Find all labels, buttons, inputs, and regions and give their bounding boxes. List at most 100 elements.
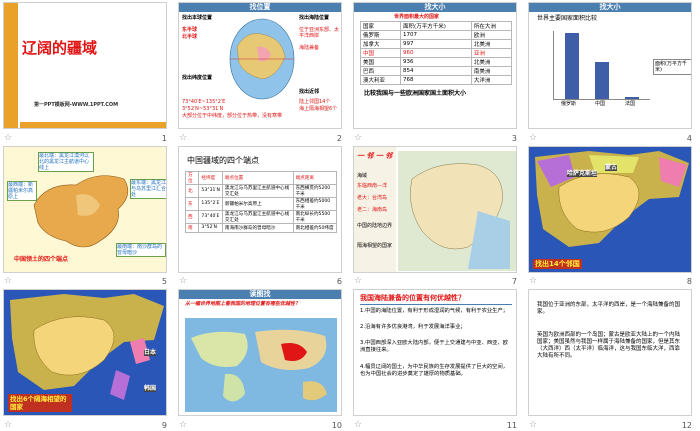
slide-5: 最北端：黑龙江漠河以北的黑龙江主航道中心线上 最东端：黑龙江与乌苏里江汇合处 最… [3, 145, 167, 273]
star-icon: ☆ [4, 276, 13, 287]
axis-label: 中国 [595, 101, 606, 107]
text: 东半球 [182, 27, 198, 33]
table-cell: 南北相差约50纬度 [292, 222, 338, 233]
map-label: 韩国 [144, 385, 157, 393]
text: 找出海陆位置 [299, 15, 330, 21]
table-cell: 美国 [359, 57, 402, 67]
table-cell: 黑龙江与乌苏里江主航道中心线交汇处 [221, 183, 294, 198]
table-title: 世界面积最大的国家 [394, 14, 440, 20]
table-cell: 南北纵长约5500千米 [292, 209, 338, 224]
star-icon: ☆ [354, 132, 363, 143]
slide-12: 我国位于亚洲的东部，太平洋的西岸，是一个海陆兼备的国家。 英国为欧洲西部的一个岛… [528, 289, 692, 417]
slide-thumb-4[interactable]: 找大小 世界主要国家面积比较 俄罗斯 中国 法国 面积(万平方千米) ☆ 4 [525, 0, 700, 144]
text: 北半球 [182, 34, 198, 40]
slide-10: 读图找 从一幅世界地图上看我国的地理位置有哪些优越性？ [178, 289, 342, 417]
slide-thumb-9[interactable]: 日本 韩国 找出6个隔海相望的国家 ☆ 9 [0, 287, 175, 431]
slide-number: 10 [331, 420, 342, 430]
text: 东临西南—洋 [357, 182, 388, 189]
text: 大部分位于中纬度，部分位于热带，没有寒带 [182, 113, 283, 119]
map-label: 日本 [144, 349, 157, 357]
slide-header: 找大小 [354, 3, 516, 12]
paragraph: 1.中国的海陆位置，有利于形成湿润的气候，有利于农业生产； [360, 308, 509, 315]
map-image [398, 150, 516, 271]
star-icon: ☆ [354, 419, 363, 430]
table-cell: 3°52′N [198, 222, 223, 233]
table-cell: 亚洲 [470, 48, 513, 58]
table-cell: 大洋洲 [470, 75, 513, 85]
note-east: 最东端：黑龙江与乌苏里江汇合处 [130, 178, 167, 199]
note-south: 最南端：南沙群岛的曾母暗沙 [116, 242, 166, 257]
table-cell: 960 [400, 48, 472, 58]
table-header: 面积(万平方千米) [400, 21, 472, 31]
slide-9: 日本 韩国 找出6个隔海相望的国家 [3, 289, 167, 417]
slide-thumb-7[interactable]: 一 邻 一 邻 海域 东临西南—洋 老大：台湾岛 老二：海南岛 中国的陆地边界 … [350, 144, 525, 288]
slide-number: 3 [511, 133, 517, 143]
table-header: 端点距离 [292, 170, 338, 185]
slide-tag: 一 邻 一 邻 [357, 151, 393, 160]
table-cell: 巴西 [359, 66, 402, 76]
slide-4: 找大小 世界主要国家面积比较 俄罗斯 中国 法国 面积(万平方千米) [528, 2, 692, 129]
text: 老大：台湾岛 [357, 194, 388, 201]
slide-number: 2 [336, 133, 342, 143]
slide-thumb-1[interactable]: 辽阔的疆域 第一PPT模板网-WWW.1PPT.COM ☆ 1 [0, 0, 175, 144]
star-icon: ☆ [529, 276, 538, 287]
table-cell: 西 [184, 209, 200, 224]
slide-8: 哈萨克斯坦 蒙古 找出14个邻国 [528, 145, 692, 273]
star-icon: ☆ [179, 132, 188, 143]
text: 3°52′N~53°31′N [182, 106, 224, 112]
text: 隔海相望的国家 [357, 242, 393, 249]
table-cell: 53°31′N [198, 183, 223, 198]
table-cell: 936 [400, 57, 472, 67]
table-cell: 1707 [400, 30, 472, 40]
slide-thumb-5[interactable]: 最北端：黑龙江漠河以北的黑龙江主航道中心线上 最东端：黑龙江与乌苏里江汇合处 最… [0, 144, 175, 288]
slide-3: 找大小 世界面积最大的国家 国家 面积(万平方千米) 所在大洲 俄罗斯 1707 欧洲 … [353, 2, 517, 129]
table-cell: 997 [400, 39, 472, 49]
table-cell: 新疆帕米尔高原上 [221, 196, 294, 211]
slide-thumb-3[interactable]: 找大小 世界面积最大的国家 国家 面积(万平方千米) 所在大洲 俄罗斯 1707 欧洲 … [350, 0, 525, 144]
text: 找出本球位置 [182, 15, 213, 21]
slide-1: 辽阔的疆域 第一PPT模板网-WWW.1PPT.COM [3, 2, 167, 129]
text: 73°40′E~135°2′E [182, 99, 226, 105]
bar-russia [565, 33, 579, 99]
slide-7: 一 邻 一 邻 海域 东临西南—洋 老大：台湾岛 老二：海南岛 中国的陆地边界 … [353, 145, 517, 273]
globe-image [229, 18, 295, 100]
star-icon: ☆ [529, 132, 538, 143]
slide-number: 1 [161, 133, 167, 143]
paragraph: 我国位于亚洲的东部，太平洋的西岸，是一个海陆兼备的国家。 [537, 302, 681, 316]
table-cell: 澳大利亚 [359, 75, 402, 85]
slide-thumb-2[interactable]: 找位置 找出本球位置 东半球 北半球 找出纬度位置 73°40′E~135°2′… [175, 0, 350, 144]
table-cell: 南海南沙群岛的曾母暗沙 [221, 222, 294, 233]
table-cell: 东 [184, 196, 200, 211]
note-west: 最西端：新疆帕米尔高原上 [7, 180, 37, 201]
text: 找出纬度位置 [182, 75, 213, 81]
slide-number: 11 [506, 420, 517, 430]
table-cell: 东西相差约5000千米 [292, 196, 338, 211]
text: 中国的陆地边界 [357, 222, 393, 229]
table-cell: 黑龙江与乌苏里江主航道中心线交汇处 [221, 209, 294, 224]
star-icon: ☆ [179, 276, 188, 287]
star-icon: ☆ [4, 132, 13, 143]
text: 海陆兼备 [299, 45, 320, 51]
table-header: 方位 [184, 170, 200, 185]
table-cell: 中国 [359, 48, 402, 58]
slide-tag: 找出14个邻国 [533, 258, 582, 269]
slide-title: 辽阔的疆域 [22, 39, 98, 57]
caption: 中国领土的四个端点 [14, 255, 69, 263]
slide-thumb-6[interactable]: 中国疆域的四个端点 方位 经纬度 端点位置 端点距离 北 53°31′N 黑龙江与乌苏里江… [175, 144, 350, 288]
slide-title: 中国疆域的四个端点 [187, 155, 259, 165]
table-cell: 北美洲 [470, 57, 513, 67]
slide-header: 找大小 [529, 3, 691, 12]
table-cell: 北美洲 [470, 39, 513, 49]
slide-thumb-12[interactable]: 我国位于亚洲的东部，太平洋的西岸，是一个海陆兼备的国家。 英国为欧洲西部的一个岛… [525, 287, 700, 431]
slide-11: 我国海陆兼备的位置有何优越性？ 1.中国的海陆位置，有利于形成湿润的气候，有利于… [353, 289, 517, 417]
slide-thumb-11[interactable]: 我国海陆兼备的位置有何优越性？ 1.中国的海陆位置，有利于形成湿润的气候，有利于… [350, 287, 525, 431]
table-cell: 768 [400, 75, 472, 85]
bar-china [595, 62, 609, 99]
slide-thumb-8[interactable]: 哈萨克斯坦 蒙古 找出14个邻国 ☆ 8 [525, 144, 700, 288]
table-header: 所在大洲 [470, 21, 513, 31]
slide-thumb-10[interactable]: 读图找 从一幅世界地图上看我国的地理位置有哪些优越性？ ☆ 10 [175, 287, 350, 431]
bar-france [625, 97, 639, 99]
map-label: 蒙古 [605, 163, 618, 171]
slide-header: 读图找 [179, 290, 341, 300]
caption: 比较我国与一些欧洲国家国土面积大小 [364, 90, 467, 97]
